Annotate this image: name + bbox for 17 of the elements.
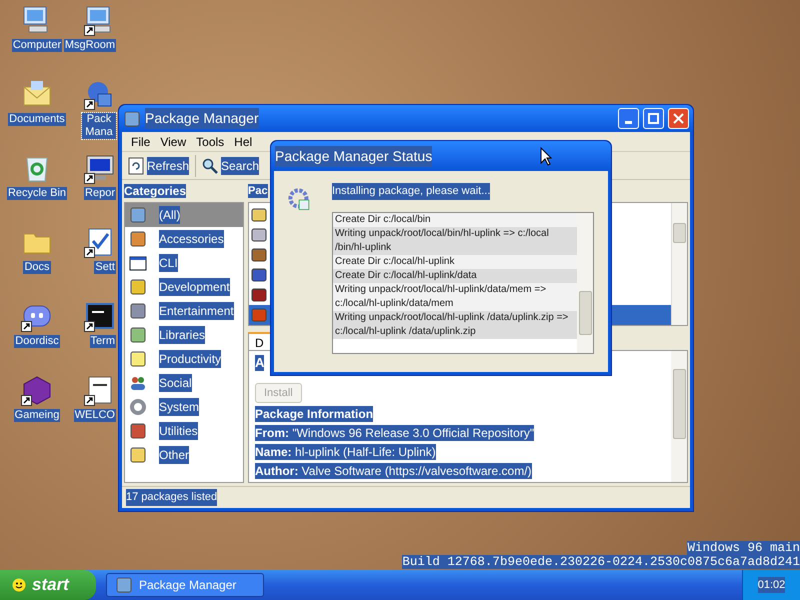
categories-heading: Categories <box>124 184 186 198</box>
log-entry: Writing unpack/root/local/hl-uplink /data/uplink.zip => c:/local/hl-uplink /data/uplink.zip <box>333 310 577 338</box>
package-info-title: Package Information <box>255 406 374 422</box>
window-title: Package Manager <box>145 108 259 129</box>
build-info-text: Windows 96 main <box>687 541 800 555</box>
log-entry: Create Dir c:/local/hl-uplink <box>333 254 577 268</box>
app-heading: A <box>255 355 264 371</box>
log-entry: Create Dir c:/local/hl-uplink/data <box>333 268 577 282</box>
build-info-text: Build 12768.7b9e0ede.230226-0224.2530c0875c6a7ad8d241 <box>402 555 800 569</box>
clock: 01:02 <box>758 576 786 594</box>
log-entry: Writing unpack/root/local/bin/hl-uplink => c:/local /bin/hl-uplink <box>333 226 577 254</box>
packages-heading: Pac <box>248 184 268 198</box>
log-entry: Writing unpack/root/local/hl-uplink/data/mem => c:/local/hl-uplink/data/mem <box>333 282 577 310</box>
status-text: 17 packages listed <box>126 489 218 506</box>
log-entry: Create Dir c:/local/bin <box>333 212 577 226</box>
status-message: Installing package, please wait... <box>332 183 490 200</box>
dialog-title: Package Manager Status <box>275 146 432 166</box>
